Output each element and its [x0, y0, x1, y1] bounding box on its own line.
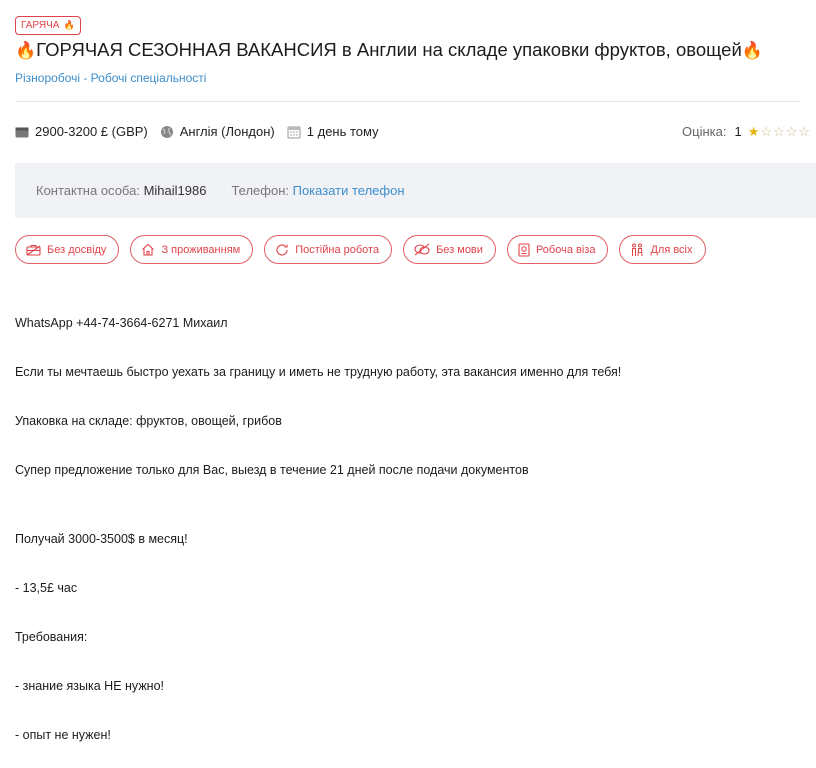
description-line: Упаковка на складе: фруктов, овощей, гри… — [15, 414, 282, 428]
tag-no-experience[interactable]: Без досвіду — [15, 235, 120, 264]
rating-label: Оцінка: — [682, 124, 727, 139]
job-tags: Без досвіду З проживанням Постійна робот… — [15, 235, 706, 264]
description-line: Требования: — [15, 630, 88, 644]
location-value: Англія (Лондон) — [179, 124, 275, 139]
flame-icon: 🔥 — [63, 20, 75, 30]
contact-box: Контактна особа: Mihail1986 Телефон: Пок… — [15, 163, 816, 218]
contact-person-label: Контактна особа: — [36, 183, 140, 198]
description-line: Если ты мечтаешь быстро уехать за границ… — [15, 365, 622, 379]
no-speech-icon — [414, 243, 430, 256]
salary: 2900-3200 £ (GBP) — [15, 124, 148, 139]
posted-date: 1 день тому — [287, 124, 379, 139]
hot-badge-label: ГАРЯЧА — [21, 20, 60, 31]
tag-work-visa[interactable]: Робоча віза — [506, 235, 609, 264]
description-line: - опыт не нужен! — [15, 728, 111, 742]
contact-phone: Телефон: Показати телефон — [231, 183, 404, 198]
job-meta: 2900-3200 £ (GBP) Англія (Лондон) 1 день… — [15, 124, 391, 139]
flame-icon: 🔥 — [741, 41, 763, 60]
tag-no-language[interactable]: Без мови — [403, 235, 496, 264]
description-line: - 13,5£ час — [15, 581, 78, 595]
star-icon[interactable]: ★ — [748, 125, 760, 138]
star-icon[interactable]: ☆ — [786, 125, 798, 138]
calendar-icon — [287, 125, 301, 139]
phone-label: Телефон: — [231, 183, 289, 198]
tag-label: Без досвіду — [47, 243, 107, 256]
passport-icon — [518, 242, 530, 257]
tag-label: Постійна робота — [295, 243, 380, 256]
home-icon — [141, 243, 155, 256]
job-title-text: ГОРЯЧАЯ СЕЗОННАЯ ВАКАНСИЯ в Англии на ск… — [36, 39, 742, 60]
description-line: Супер предложение только для Вас, выезд … — [15, 463, 529, 477]
salary-value: 2900-3200 £ (GBP) — [35, 124, 148, 139]
refresh-icon — [275, 243, 289, 257]
tag-permanent-job[interactable]: Постійна робота — [264, 235, 393, 264]
rating: Оцінка: 1 ★ ☆ ☆ ☆ ☆ — [682, 124, 810, 139]
category-breadcrumb: Різноробочі - Робочі спеціальності — [15, 71, 206, 85]
star-icon[interactable]: ☆ — [798, 125, 810, 138]
contact-person-value: Mihail1986 — [143, 183, 207, 198]
tag-label: Для всіх — [650, 243, 693, 256]
description-line: - знание языка НЕ нужно! — [15, 679, 165, 693]
people-icon — [630, 243, 644, 257]
posted-value: 1 день тому — [306, 124, 379, 139]
job-title: 🔥ГОРЯЧАЯ СЕЗОННАЯ ВАКАНСИЯ в Англии на с… — [15, 37, 805, 64]
rating-stars[interactable]: ★ ☆ ☆ ☆ ☆ — [748, 125, 810, 138]
tag-label: Без мови — [436, 243, 483, 256]
star-icon[interactable]: ☆ — [760, 125, 772, 138]
tag-label: Робоча віза — [535, 243, 596, 256]
description-line: WhatsApp +44-74-3664-6271 Михаил — [15, 316, 228, 330]
star-icon[interactable]: ☆ — [773, 125, 785, 138]
flame-icon: 🔥 — [15, 41, 37, 60]
category-link[interactable]: Різноробочі - Робочі спеціальності — [15, 71, 206, 85]
tag-label: З проживанням — [161, 243, 241, 256]
contact-person: Контактна особа: Mihail1986 — [36, 183, 206, 198]
rating-value: 1 — [734, 124, 742, 139]
hot-badge: ГАРЯЧА 🔥 — [15, 16, 81, 35]
location: Англія (Лондон) — [160, 124, 275, 139]
briefcase-icon — [26, 243, 41, 256]
divider — [15, 101, 801, 102]
description-line: Получай 3000-3500$ в месяц! — [15, 532, 188, 546]
tag-with-housing[interactable]: З проживанням — [130, 235, 254, 264]
wallet-icon — [15, 126, 29, 138]
show-phone-link[interactable]: Показати телефон — [293, 183, 405, 198]
job-page: ГАРЯЧА 🔥 🔥ГОРЯЧАЯ СЕЗОННАЯ ВАКАНСИЯ в Ан… — [0, 0, 816, 768]
tag-for-everyone[interactable]: Для всіх — [619, 235, 706, 264]
globe-icon — [160, 125, 174, 139]
